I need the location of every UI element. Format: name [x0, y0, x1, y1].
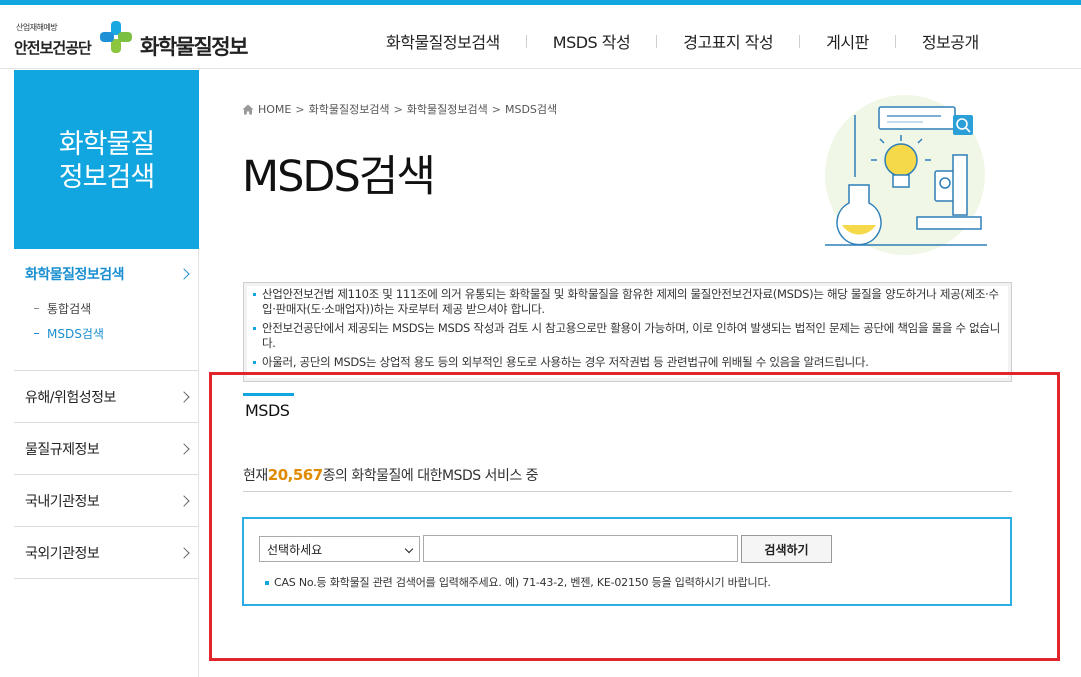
sidebar-item-chemical-search[interactable]: 화학물질정보검색	[14, 249, 198, 299]
count-prefix: 현재	[243, 468, 268, 484]
sidebar-section-hazard-info: 유해/위험성정보	[14, 371, 198, 423]
sidebar-item-label: 유해/위험성정보	[25, 389, 116, 406]
sidebar-section-regulation-info: 물질규제정보	[14, 423, 198, 475]
breadcrumb-separator-icon: >	[295, 102, 305, 116]
search-help-label: CAS No.등 화학물질 관련 검색어를 입력해주세요. 예) 71-43-2…	[274, 576, 771, 589]
breadcrumb: HOME > 화학물질정보검색 > 화학물질정보검색 > MSDS검색	[242, 101, 557, 117]
page-title: MSDS검색	[242, 152, 436, 202]
tab-active-indicator	[243, 393, 294, 396]
search-button[interactable]: 검색하기	[741, 535, 832, 563]
nav-msds-write[interactable]: MSDS 작성	[527, 29, 656, 53]
chevron-right-icon	[178, 390, 190, 403]
section-divider	[243, 491, 1012, 492]
chevron-right-icon	[178, 546, 190, 559]
notice-item: 안전보건공단에서 제공되는 MSDS는 MSDS 작성과 검토 시 참고용으로만…	[253, 321, 1003, 351]
chevron-right-icon	[178, 494, 190, 507]
home-icon	[242, 104, 254, 114]
org-name-label: 안전보건공단	[14, 39, 92, 57]
org-small-label: 산업재해예방	[16, 23, 58, 32]
sidebar-item-label: 국외기관정보	[25, 545, 100, 562]
sidebar-item-regulation-info[interactable]: 물질규제정보	[14, 423, 198, 474]
global-nav: 화학물질정보검색 MSDS 작성 경고표지 작성 게시판 정보공개	[360, 29, 1005, 53]
sidebar-subitem-label: 통합검색	[47, 302, 92, 316]
breadcrumb-separator-icon: >	[491, 102, 501, 116]
sidebar-item-label: 국내기관정보	[25, 493, 100, 510]
site-name-label: 화학물질정보	[140, 35, 248, 59]
bullet-icon	[265, 581, 269, 585]
dash-icon	[34, 308, 39, 309]
breadcrumb-current: MSDS검색	[504, 103, 558, 116]
nav-warning-label[interactable]: 경고표지 작성	[657, 29, 799, 53]
sidebar-section-domestic-agency: 국내기관정보	[14, 475, 198, 527]
nav-disclosure[interactable]: 정보공개	[896, 29, 1005, 53]
notice-item: 산업안전보건법 제110조 및 111조에 의거 유통되는 화학물질 및 화학물…	[253, 287, 1003, 317]
breadcrumb-home[interactable]: HOME	[258, 103, 291, 116]
sidebar-item-label: 화학물질정보검색	[25, 267, 125, 283]
search-category-value: 선택하세요	[267, 542, 323, 557]
breadcrumb-item[interactable]: 화학물질정보검색	[407, 101, 488, 117]
count-value: 20,567	[267, 466, 323, 484]
sidebar: 화학물질 정보검색 화학물질정보검색 통합검색 MSDS검색 유해/위험성정보	[14, 70, 199, 677]
sidebar-title: 화학물질 정보검색	[14, 70, 199, 249]
count-suffix: 종의 화학물질에 대한MSDS 서비스 중	[322, 468, 539, 484]
sidebar-menu: 화학물질정보검색 통합검색 MSDS검색 유해/위험성정보 물질규제정보 국내기…	[14, 249, 198, 579]
tab-msds[interactable]: MSDS	[245, 401, 290, 420]
sidebar-item-foreign-agency[interactable]: 국외기관정보	[14, 527, 198, 578]
sidebar-subitem-label: MSDS검색	[47, 327, 104, 341]
sidebar-subitem-msds-search[interactable]: MSDS검색	[34, 321, 198, 346]
logo-cross-icon	[100, 21, 132, 53]
search-help-text: CAS No.등 화학물질 관련 검색어를 입력해주세요. 예) 71-43-2…	[265, 574, 771, 590]
sidebar-item-domestic-agency[interactable]: 국내기관정보	[14, 475, 198, 526]
notice-item: 아울러, 공단의 MSDS는 상업적 용도 등의 외부적인 용도로 사용하는 경…	[253, 355, 1003, 370]
sidebar-section-chemical-search: 화학물질정보검색 통합검색 MSDS검색	[14, 249, 198, 371]
chevron-right-icon	[178, 442, 190, 455]
lab-illustration-icon	[825, 95, 987, 255]
search-panel: 선택하세요 검색하기 CAS No.등 화학물질 관련 검색어를 입력해주세요.…	[242, 517, 1012, 606]
dash-icon	[34, 333, 39, 334]
notice-box: 산업안전보건법 제110조 및 111조에 의거 유통되는 화학물질 및 화학물…	[243, 282, 1012, 382]
site-logo[interactable]: 산업재해예방 안전보건공단 화학물질정보	[14, 15, 274, 59]
nav-chemical-search[interactable]: 화학물질정보검색	[360, 29, 526, 53]
sidebar-section-foreign-agency: 국외기관정보	[14, 527, 198, 579]
site-header: 산업재해예방 안전보건공단 화학물질정보 화학물질정보검색 MSDS 작성 경고…	[0, 5, 1081, 69]
msds-count-text: 현재20,567종의 화학물질에 대한MSDS 서비스 중	[243, 465, 539, 485]
chevron-right-icon	[178, 268, 190, 280]
sidebar-submenu: 통합검색 MSDS검색	[14, 296, 198, 370]
chevron-down-icon	[404, 544, 414, 554]
sidebar-subitem-integrated-search[interactable]: 통합검색	[34, 296, 198, 321]
breadcrumb-separator-icon: >	[393, 102, 403, 116]
breadcrumb-item[interactable]: 화학물질정보검색	[309, 101, 390, 117]
nav-board[interactable]: 게시판	[800, 29, 895, 53]
sidebar-item-hazard-info[interactable]: 유해/위험성정보	[14, 371, 198, 422]
search-input[interactable]	[423, 535, 738, 562]
search-category-select[interactable]: 선택하세요	[259, 536, 420, 562]
sidebar-item-label: 물질규제정보	[25, 441, 100, 458]
